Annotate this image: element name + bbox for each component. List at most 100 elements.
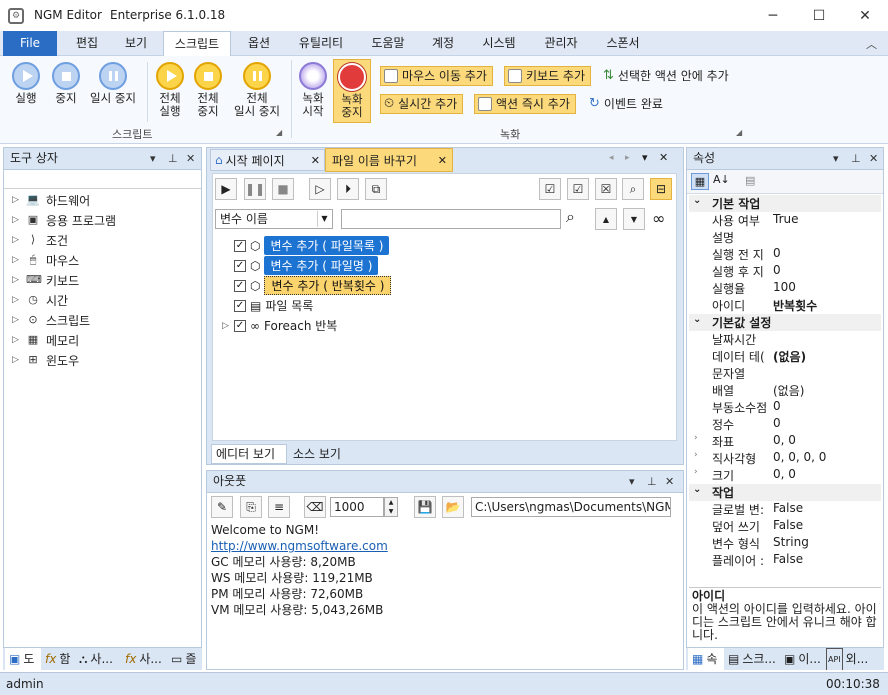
pin-icon[interactable]: ⊥ [851, 148, 861, 169]
property-row[interactable]: 실행 후 지 0 [689, 263, 881, 280]
close-tab-icon[interactable]: ✕ [311, 154, 320, 167]
move-down-icon[interactable]: ▼ [623, 208, 645, 230]
expand-arrow-icon[interactable]: ▷ [12, 295, 20, 305]
tab-start-page[interactable]: ⌂ 시작 페이지 ✕ [210, 149, 325, 171]
tab-user-a[interactable]: ⛬ 사... [75, 648, 121, 670]
toolbox-search-input[interactable] [4, 170, 201, 189]
tab-functions[interactable]: fx 함 [41, 648, 75, 670]
record-group-launcher-icon[interactable]: ◢ [736, 128, 742, 137]
categorized-icon[interactable]: ▦ [691, 173, 709, 190]
find-icon[interactable]: ⌕ [622, 178, 644, 200]
toolbox-item[interactable]: ▷ ◷ 시간 [12, 290, 68, 310]
run-selected-icon[interactable]: ⧉ [365, 178, 387, 200]
property-row[interactable]: 변수 형식 String [689, 535, 881, 552]
expand-arrow-icon[interactable]: ▷ [12, 355, 20, 365]
clear-log-icon[interactable]: ✎ [211, 496, 233, 518]
property-row[interactable]: 실행율 100 [689, 280, 881, 297]
menu-options[interactable]: 옵션 [236, 31, 282, 56]
output-path-field[interactable]: C:\Users\ngmas\Documents\NGM6\ [471, 497, 671, 517]
close-doc-icon[interactable]: ✕ [659, 151, 668, 164]
maximize-button[interactable]: ☐ [796, 0, 842, 31]
pause-all-button[interactable]: 전체 일시 중지 [228, 62, 286, 118]
menu-account[interactable]: 계정 [422, 31, 464, 56]
close-button[interactable]: ✕ [842, 0, 888, 31]
property-pages-icon[interactable]: ▤ [745, 174, 755, 187]
property-value[interactable]: 0 [773, 399, 781, 413]
expand-arrow-icon[interactable]: ▷ [12, 235, 20, 245]
eraser-icon[interactable]: ⌫ [304, 496, 326, 518]
menu-script[interactable]: 스크립트 [163, 31, 231, 57]
scroll-left-icon[interactable]: ◂ [609, 153, 614, 163]
close-panel-icon[interactable]: ✕ [665, 471, 674, 492]
property-row[interactable]: › 좌표 0, 0 [689, 433, 881, 450]
loop-icon[interactable]: ∞ [652, 209, 665, 228]
tab-list-icon[interactable]: ▾ [642, 151, 648, 164]
move-up-icon[interactable]: ▲ [595, 208, 617, 230]
scroll-right-icon[interactable]: ▸ [625, 153, 630, 163]
expand-arrow-icon[interactable]: ▷ [222, 321, 230, 331]
property-row[interactable]: 덮어 쓰기 False [689, 518, 881, 535]
dropdown-icon[interactable]: ▾ [833, 148, 839, 169]
script-action-item[interactable]: ✓ ⬡ 변수 추가 ( 파일목록 ) [234, 236, 390, 255]
property-value[interactable]: 100 [773, 280, 796, 294]
toolbox-item[interactable]: ▷ ▦ 메모리 [12, 330, 79, 350]
close-tab-icon-2[interactable]: ✕ [438, 154, 447, 167]
list-icon[interactable]: ≡ [268, 496, 290, 518]
enable-checkbox[interactable]: ✓ [234, 299, 246, 312]
property-row[interactable]: 플레이어 : False [689, 552, 881, 569]
toolbox-item[interactable]: ▷ ⌨ 키보드 [12, 270, 79, 290]
property-value[interactable]: 0 [773, 416, 781, 430]
tree-view-icon[interactable]: ⊟ [650, 178, 672, 200]
tab-image[interactable]: ▣ 이... [780, 648, 822, 670]
property-row[interactable]: 아이디 반복횟수 [689, 297, 881, 314]
toolbox-item[interactable]: ▷ ⊞ 윈도우 [12, 350, 79, 370]
property-row[interactable]: 설명 [689, 229, 881, 246]
uncheck-icon[interactable]: ☒ [595, 178, 617, 200]
property-value[interactable]: False [773, 501, 803, 515]
minimize-button[interactable]: ─ [750, 0, 796, 31]
property-value[interactable]: 0, 0 [773, 467, 796, 481]
property-row[interactable]: 정수 0 [689, 416, 881, 433]
expand-arrow-icon[interactable]: › [694, 433, 698, 443]
add-keyboard-button[interactable]: 키보드 추가 [504, 66, 592, 86]
property-category[interactable]: ⌄ 작업 [689, 484, 881, 501]
property-value[interactable]: 0 [773, 263, 781, 277]
toolbox-item[interactable]: ▷ ▣ 응용 프로그램 [12, 210, 116, 230]
sort-az-icon[interactable]: A↓ [713, 173, 730, 186]
menu-sponsor[interactable]: 스폰서 [596, 31, 650, 56]
tab-source-view[interactable]: 소스 보기 [289, 444, 353, 464]
variable-select[interactable]: 변수 이름 ▼ [215, 209, 333, 229]
tab-favorites[interactable]: ▭ 즐 [167, 648, 201, 670]
toolbox-item[interactable]: ▷ ⟩ 조건 [12, 230, 68, 250]
run-to-icon[interactable]: ⏵ [337, 178, 359, 200]
toolbox-item[interactable]: ▷ 🖱 마우스 [12, 250, 79, 270]
script-action-item[interactable]: ✓ ▤ 파일 목록 [234, 296, 313, 315]
property-value[interactable]: 0, 0 [773, 433, 796, 447]
expand-arrow-icon[interactable]: › [694, 450, 698, 460]
script-action-item[interactable]: ▷ ✓ ∞ Foreach 반복 [222, 316, 337, 335]
play-icon[interactable]: ▶ [215, 178, 237, 200]
property-row[interactable]: › 직사각형 0, 0, 0, 0 [689, 450, 881, 467]
dropdown-icon[interactable]: ▾ [150, 148, 156, 169]
enable-checkbox[interactable]: ✓ [234, 259, 246, 272]
close-panel-icon[interactable]: ✕ [869, 148, 878, 169]
run-button[interactable]: 실행 [6, 62, 46, 105]
tab-external[interactable]: API 외... [822, 648, 882, 670]
log-count-stepper[interactable]: 1000 [330, 497, 384, 517]
collapse-icon[interactable]: ⌄ [693, 314, 701, 325]
toolbox-item[interactable]: ▷ ⊙ 스크립트 [12, 310, 90, 330]
property-row[interactable]: 글로벌 변: False [689, 501, 881, 518]
add-realtime-button[interactable]: ⏲ 실시간 추가 [380, 94, 464, 114]
collapse-ribbon-icon[interactable]: ︿ [866, 36, 877, 52]
pause-icon[interactable]: ❚❚ [244, 178, 266, 200]
dropdown-icon[interactable]: ▾ [629, 471, 635, 492]
property-value[interactable]: False [773, 518, 803, 532]
property-value[interactable]: 0 [773, 246, 781, 260]
check-all-icon[interactable]: ☑ [539, 178, 561, 200]
property-row[interactable]: 데이터 테( (없음) [689, 348, 881, 365]
script-group-launcher-icon[interactable]: ◢ [276, 128, 282, 137]
search-icon[interactable]: ⌕ [566, 207, 575, 227]
collapse-icon[interactable]: ⌄ [693, 195, 701, 206]
stop-all-button[interactable]: 전체 중지 [188, 62, 228, 118]
pin-icon[interactable]: ⊥ [168, 148, 178, 169]
